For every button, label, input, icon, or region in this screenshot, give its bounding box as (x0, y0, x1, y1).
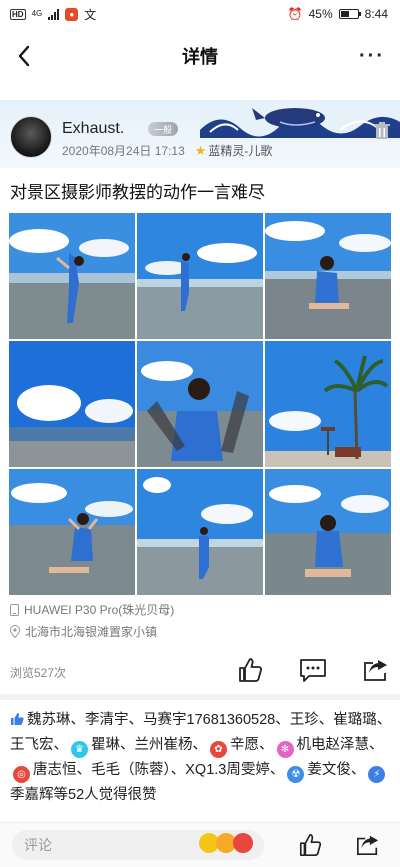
photo-7[interactable] (9, 469, 135, 595)
share-icon (357, 835, 379, 856)
liker-name[interactable]: 崔璐璐、 (333, 712, 391, 728)
photo-3[interactable] (265, 213, 391, 339)
alarm-icon: ⏰ (287, 7, 303, 21)
avatar[interactable] (10, 116, 52, 158)
device-info: HUAWEI P30 Pro(珠光贝母) (10, 601, 174, 618)
battery-icon (338, 9, 361, 19)
notification-app-icon: ● (65, 7, 79, 21)
liker-name[interactable]: 辛愿、 (230, 737, 274, 753)
clock: 8:44 (364, 7, 388, 21)
location-info[interactable]: 北海市北海银滩置家小镇 (10, 623, 157, 640)
ring-icon: ◎ (13, 766, 30, 783)
battery-percent: 45% (308, 7, 333, 21)
liker-name[interactable]: 机电赵泽慧、 (297, 737, 384, 753)
photo-9[interactable] (265, 469, 391, 595)
username[interactable]: Exhaust. (62, 120, 124, 138)
photo-grid (9, 213, 391, 595)
level-badge: 一般 (148, 122, 178, 136)
liker-name[interactable]: 季嘉辉等52人觉得很赞 (10, 787, 157, 803)
post-actions: 浏览527次 (0, 652, 400, 688)
wave-decoration (200, 100, 400, 138)
bottom-like-button[interactable] (294, 829, 326, 861)
view-count: 浏览527次 (10, 666, 67, 680)
liker-name[interactable]: 瞿琳、 (91, 737, 135, 753)
emoji-picker-button[interactable] (199, 833, 253, 853)
trash-icon[interactable] (374, 122, 390, 140)
gift-emoji-icon (233, 833, 253, 853)
chevron-left-icon (18, 45, 30, 67)
star-icon: ★ (194, 142, 207, 158)
liker-name[interactable]: 毛毛（陈蓉）、 (91, 762, 185, 778)
radiation-icon: ☢ (287, 766, 305, 783)
section-divider (0, 694, 400, 700)
liker-name[interactable]: 唐志恒、 (33, 762, 91, 778)
photo-6[interactable] (265, 341, 391, 467)
back-button[interactable] (8, 40, 40, 72)
phone-icon (10, 603, 19, 616)
liker-name[interactable]: 王珍、 (290, 712, 334, 728)
bottom-share-button[interactable] (352, 829, 384, 861)
flower-icon: ✿ (210, 741, 227, 758)
post-header: Exhaust. 一般 2020年08月24日 17:13 ★ 蓝精灵-儿歌 (0, 100, 400, 168)
post-tag[interactable]: ★ 蓝精灵-儿歌 (195, 142, 273, 159)
post-tag-label: 蓝精灵-儿歌 (208, 144, 273, 158)
photo-2[interactable] (137, 213, 263, 339)
notification-text-icon: 文 (84, 7, 97, 22)
sparkle-icon: ✻ (276, 741, 294, 758)
liker-name[interactable]: XQ1.3周雯婷、 (185, 762, 284, 778)
likes-list: 魏苏琳、李清宇、马赛宇17681360528、王珍、崔璐璐、王飞宏、 ♛ 瞿琳、兰州… (10, 708, 392, 808)
nav-bar: 详情 ··· (0, 28, 400, 84)
page-title: 详情 (182, 47, 218, 67)
photo-8[interactable] (137, 469, 263, 595)
photo-4[interactable] (9, 341, 135, 467)
post-meta: 2020年08月24日 17:13 ★ 蓝精灵-儿歌 (62, 142, 272, 159)
thumbs-up-icon (239, 658, 263, 682)
signal-icon (48, 8, 60, 20)
photo-1[interactable] (9, 213, 135, 339)
comment-placeholder: 评论 (24, 837, 52, 853)
share-button[interactable] (360, 654, 392, 686)
status-bar: HD 4G ● 文 ⏰ 45% 8:44 (0, 0, 400, 28)
liker-name[interactable]: 李清宇、 (85, 712, 143, 728)
network-type: 4G (31, 9, 43, 18)
liker-name[interactable]: 马赛宇17681360528、 (143, 712, 290, 728)
lightning-icon: ⚡ (368, 766, 386, 783)
crown-icon: ♛ (71, 741, 88, 758)
comment-button[interactable] (297, 654, 329, 686)
comment-icon (300, 659, 326, 682)
thumbs-up-icon (299, 834, 322, 856)
hd-indicator: HD (10, 8, 26, 20)
bottom-bar: 评论 (0, 822, 400, 867)
share-icon (364, 660, 387, 681)
liker-name[interactable]: 王飞宏、 (10, 737, 68, 753)
thumbs-up-icon (11, 713, 24, 725)
liker-name[interactable]: 兰州崔杨、 (135, 737, 208, 753)
like-button[interactable] (234, 654, 266, 686)
post-date: 2020年08月24日 17:13 (62, 144, 185, 158)
more-options-button[interactable]: ··· (354, 40, 390, 72)
device-name: HUAWEI P30 Pro(珠光贝母) (24, 603, 175, 617)
location-name: 北海市北海银滩置家小镇 (25, 625, 158, 639)
location-pin-icon (10, 625, 20, 638)
liker-name[interactable]: 姜文俊、 (307, 762, 365, 778)
liker-name[interactable]: 魏苏琳、 (27, 712, 85, 728)
post-text: 对景区摄影师教摆的动作一言难尽 (10, 183, 265, 202)
photo-5[interactable] (137, 341, 263, 467)
